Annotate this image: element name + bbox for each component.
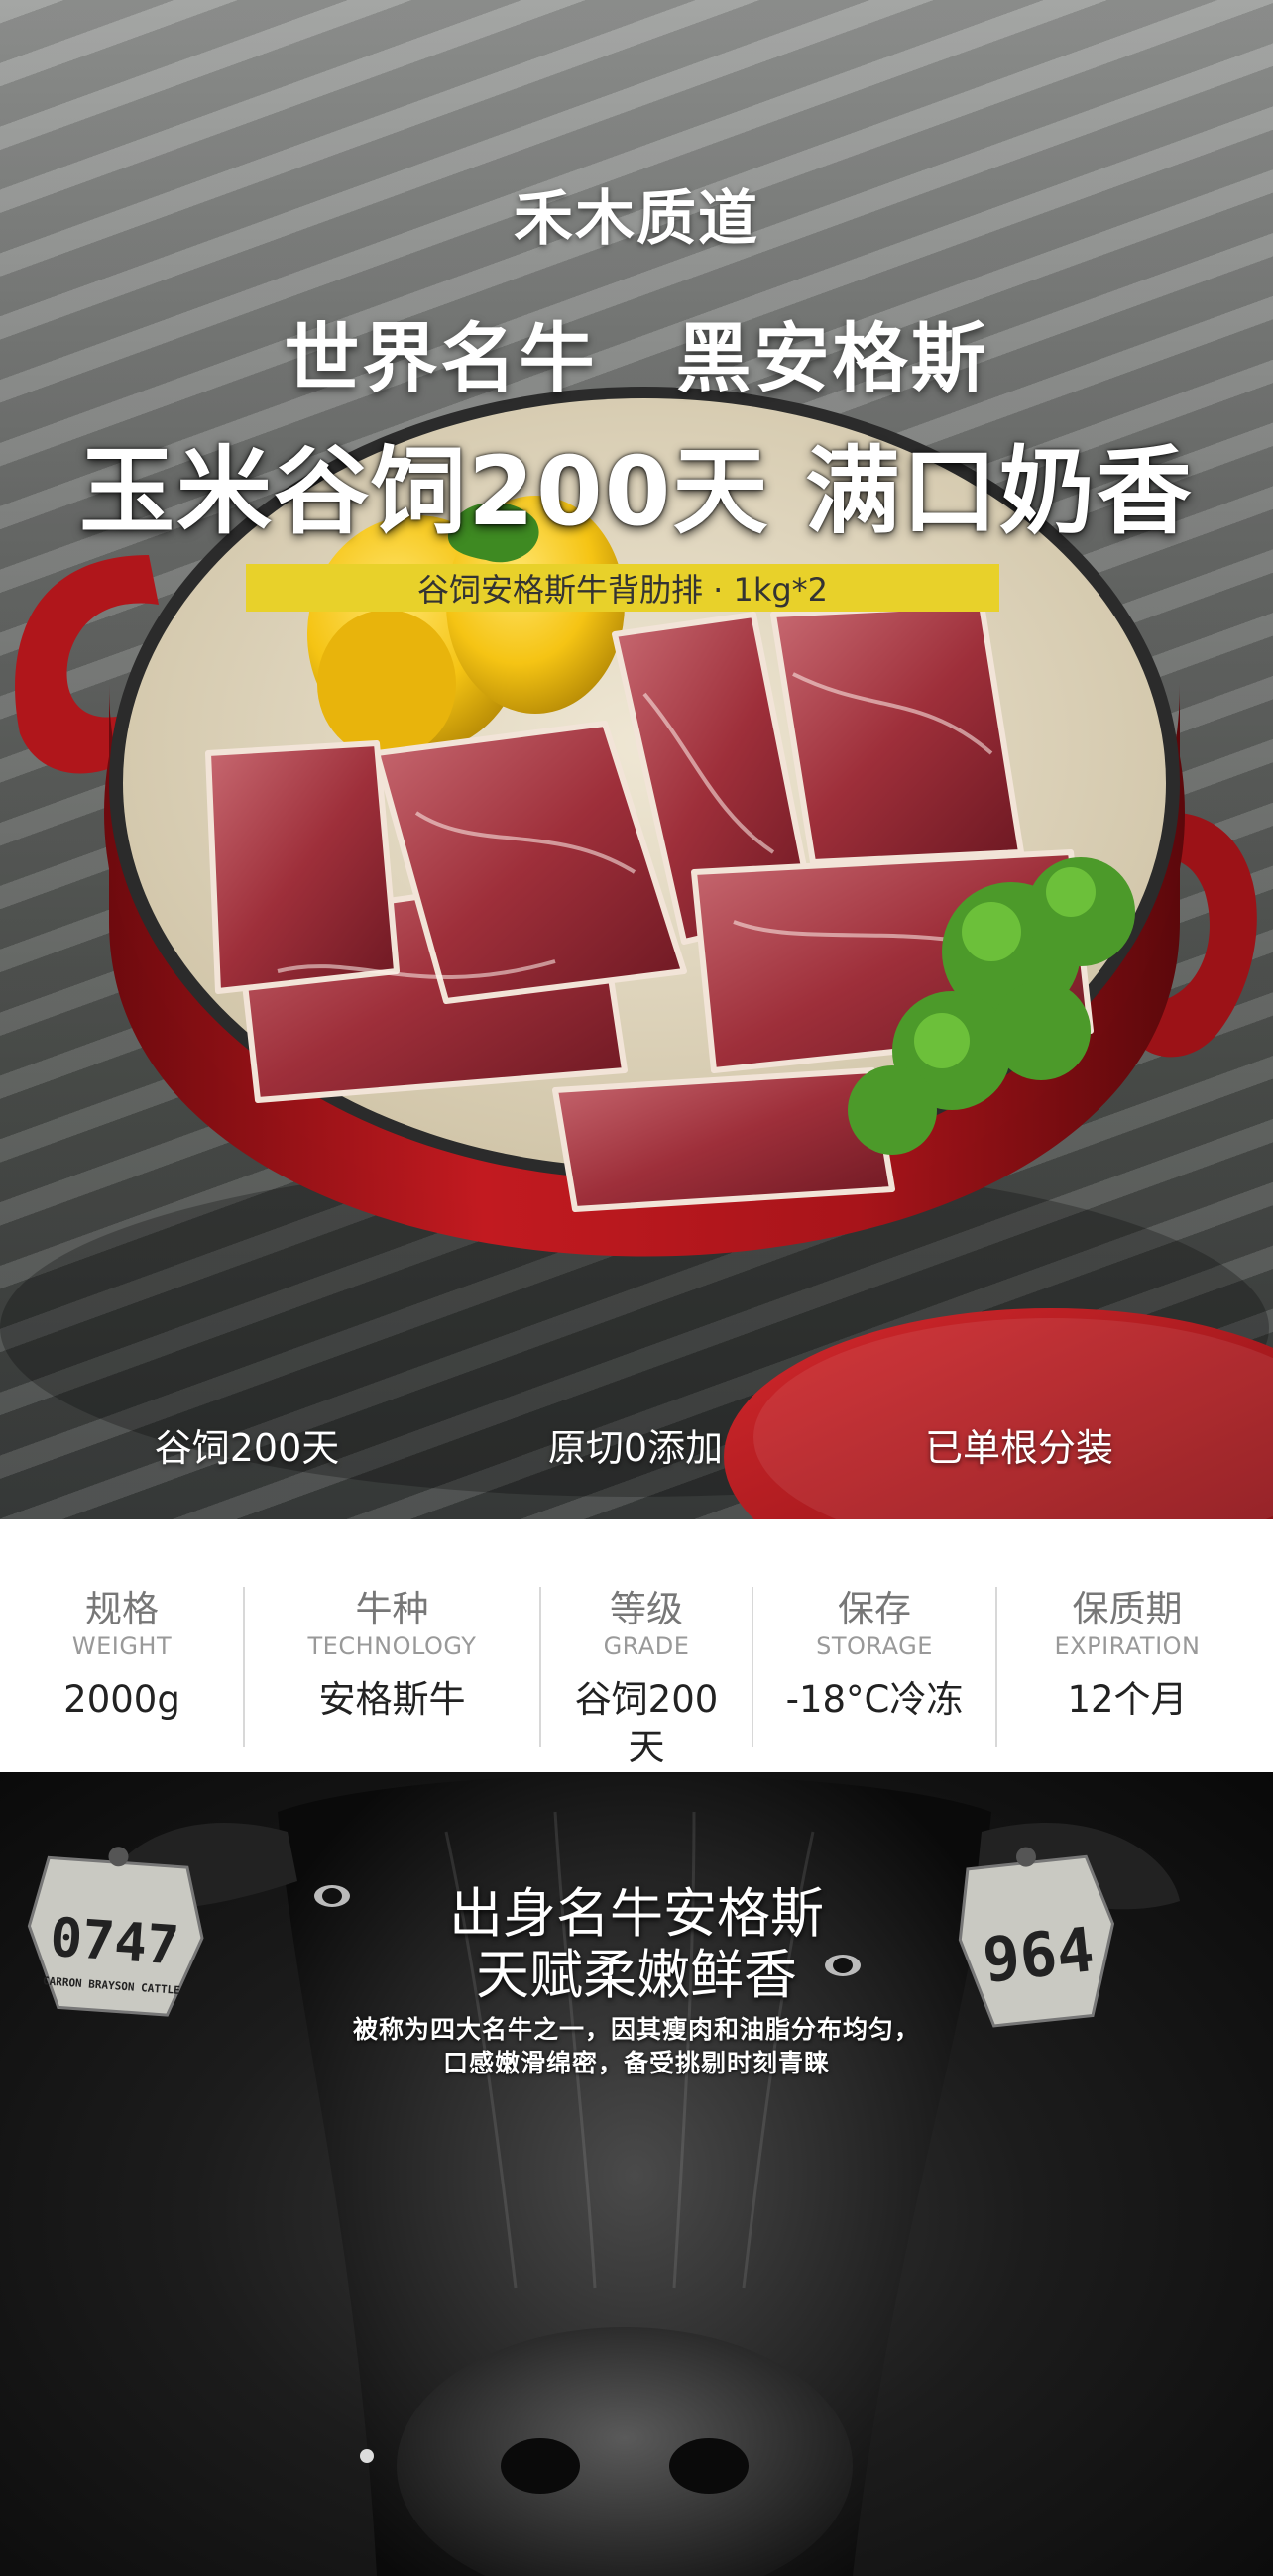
spec-title: 牛种 [355, 1588, 429, 1630]
cow-description-line-2: 口感嫩滑绵密，备受挑剔时刻青睐 [442, 2049, 830, 2077]
spec-value: 2000g [63, 1678, 180, 1721]
spec-title: 保存 [838, 1588, 911, 1630]
spec-table: 规格 WEIGHT 2000g 牛种 TECHNOLOGY 安格斯牛 等级 GR… [0, 1519, 1273, 1772]
headline-grain-fed: 玉米谷饲200天 满口奶香 [79, 436, 1194, 547]
spec-weight: 规格 WEIGHT 2000g [0, 1519, 244, 1772]
cow-title-tender: 天赋柔嫩鲜香 [476, 1944, 797, 2006]
spec-subtitle: GRADE [603, 1632, 690, 1660]
spec-storage: 保存 STORAGE -18°C冷冻 [753, 1519, 995, 1772]
spec-value: 安格斯牛 [318, 1678, 466, 1721]
angus-cow-section: 0747 CARRON BRAYSON CATTLE 964 出身名牛安格斯 天… [0, 1772, 1273, 2576]
spec-subtitle: EXPIRATION [1054, 1632, 1201, 1660]
hero-section: 禾木质道 世界名牛 黑安格斯 玉米谷饲200天 满口奶香 谷饲安格斯牛背肋排 ·… [0, 0, 1273, 1519]
spec-subtitle: TECHNOLOGY [307, 1632, 477, 1660]
feature-no-additives: 原切0添加 [547, 1426, 724, 1470]
feature-individually-packed: 已单根分装 [924, 1426, 1113, 1470]
spec-grade: 等级 GRADE 谷饲200天 [541, 1519, 752, 1772]
headline-breed: 世界名牛 黑安格斯 [284, 314, 989, 402]
spec-breed: 牛种 TECHNOLOGY 安格斯牛 [245, 1519, 539, 1772]
brand-name: 禾木质道 [514, 184, 759, 254]
spec-value: 谷饲200天 [574, 1678, 719, 1768]
feature-grain-fed: 谷饲200天 [154, 1426, 340, 1470]
cow-description-line-1: 被称为四大名牛之一，因其瘦肉和油脂分布均匀， [352, 2015, 920, 2044]
spec-subtitle: WEIGHT [71, 1632, 173, 1660]
spec-value: -18°C冷冻 [785, 1678, 964, 1721]
spec-title: 等级 [610, 1588, 683, 1630]
spec-subtitle: STORAGE [816, 1632, 933, 1660]
spec-value: 12个月 [1067, 1678, 1188, 1721]
spec-title: 规格 [85, 1588, 159, 1630]
product-detail-page: 禾木质道 世界名牛 黑安格斯 玉米谷饲200天 满口奶香 谷饲安格斯牛背肋排 ·… [0, 0, 1273, 2576]
spec-expiration: 保质期 EXPIRATION 12个月 [997, 1519, 1257, 1772]
product-name-banner: 谷饲安格斯牛背肋排 · 1kg*2 [246, 564, 999, 612]
spec-title: 保质期 [1072, 1588, 1183, 1630]
